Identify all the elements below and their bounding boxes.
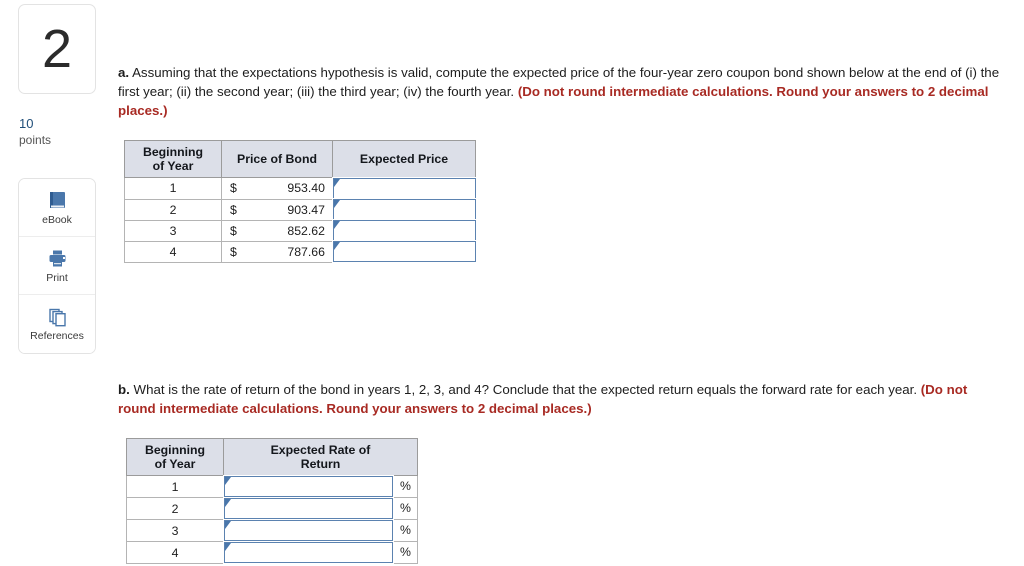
header-beginning-of-year: Beginning of Year xyxy=(126,438,224,476)
table-row: 2 % xyxy=(126,497,418,520)
expected-rate-table: Beginning of Year Expected Rate of Retur… xyxy=(126,438,418,564)
header-line-2: Return xyxy=(300,457,341,471)
expected-rate-input-year-4[interactable] xyxy=(223,541,394,564)
cell-expected-price xyxy=(332,219,477,242)
ebook-label: eBook xyxy=(42,213,72,226)
cell-percent-symbol: % xyxy=(393,519,418,542)
tool-panel: eBook Print References xyxy=(18,178,96,354)
table-row: 1 $ 953.40 xyxy=(124,177,477,200)
table-row: 2 $ 903.47 xyxy=(124,198,477,221)
cell-expected-price xyxy=(332,198,477,221)
cell-year: 1 xyxy=(124,177,222,200)
currency-symbol: $ xyxy=(230,244,237,259)
cell-percent-symbol: % xyxy=(393,475,418,498)
currency-symbol: $ xyxy=(230,181,237,196)
points-block: 10 points xyxy=(19,116,103,148)
table-header-row: Beginning of Year Price of Bond Expected… xyxy=(124,140,476,178)
table-header-row: Beginning of Year Expected Rate of Retur… xyxy=(126,438,418,476)
price-value: 953.40 xyxy=(287,181,325,196)
part-a-label: a. xyxy=(118,65,130,80)
part-b-label: b. xyxy=(118,382,130,397)
cell-price: $ 852.62 xyxy=(221,219,333,242)
cell-expected-price xyxy=(332,177,477,200)
expected-price-table-head: Beginning of Year Price of Bond Expected… xyxy=(124,140,476,178)
price-value: 852.62 xyxy=(287,223,325,238)
points-label: points xyxy=(19,133,52,147)
header-line-2: of Year xyxy=(154,457,196,471)
cell-expected-rate xyxy=(223,475,394,499)
table-row: 3 % xyxy=(126,519,418,542)
expected-price-input-year-1[interactable] xyxy=(332,177,477,200)
expected-price-table: Beginning of Year Price of Bond Expected… xyxy=(124,140,477,263)
table-row: 4 % xyxy=(126,541,418,564)
expected-rate-input-year-3[interactable] xyxy=(223,519,394,542)
header-line-1: Beginning xyxy=(142,145,204,159)
cell-expected-rate xyxy=(223,519,394,542)
header-beginning-of-year: Beginning of Year xyxy=(124,140,222,178)
cell-year: 1 xyxy=(126,475,224,498)
cell-percent-symbol: % xyxy=(393,541,418,564)
cell-year: 4 xyxy=(126,541,224,564)
expected-rate-input-year-1[interactable] xyxy=(223,475,394,499)
ebook-button[interactable]: eBook xyxy=(19,179,95,237)
expected-price-input-year-4[interactable] xyxy=(332,240,477,263)
cell-expected-rate xyxy=(223,497,394,520)
cell-price: $ 953.40 xyxy=(221,177,333,200)
currency-symbol: $ xyxy=(230,202,237,217)
points-value: 10 xyxy=(19,116,34,131)
part-a-text: a. Assuming that the expectations hypoth… xyxy=(118,63,1013,121)
printer-icon xyxy=(47,248,68,270)
question-content: a. Assuming that the expectations hypoth… xyxy=(118,0,1024,566)
cell-year: 3 xyxy=(124,219,222,242)
question-number: 2 xyxy=(41,19,73,79)
pages-stack-icon xyxy=(47,306,68,328)
cell-year: 4 xyxy=(124,240,222,263)
question-rail: 2 10 points eBook Print References xyxy=(0,0,115,566)
expected-price-input-year-2[interactable] xyxy=(332,198,477,221)
expected-rate-input-year-2[interactable] xyxy=(223,497,394,520)
part-b-text: b. What is the rate of return of the bon… xyxy=(118,380,998,418)
expected-rate-table-head: Beginning of Year Expected Rate of Retur… xyxy=(126,438,418,476)
header-expected-rate-of-return: Expected Rate of Return xyxy=(223,438,418,476)
header-line-2: of Year xyxy=(152,159,194,173)
references-label: References xyxy=(30,330,84,342)
expected-price-input-year-3[interactable] xyxy=(332,219,477,242)
cell-price: $ 787.66 xyxy=(221,240,333,263)
part-b-body: What is the rate of return of the bond i… xyxy=(133,382,918,397)
cell-expected-price xyxy=(332,240,477,263)
cell-expected-rate xyxy=(223,541,394,564)
cell-year: 3 xyxy=(126,519,224,542)
print-label: Print xyxy=(46,271,68,284)
table-row: 3 $ 852.62 xyxy=(124,219,477,242)
cell-percent-symbol: % xyxy=(393,497,418,520)
header-line-1: Expected Rate of xyxy=(270,443,371,457)
header-price-of-bond: Price of Bond xyxy=(221,140,333,178)
expected-price-table-body: 1 $ 953.40 2 $ 903.47 3 $ 852.62 4 $ 787… xyxy=(124,177,477,263)
header-expected-price: Expected Price xyxy=(332,140,476,178)
currency-symbol: $ xyxy=(230,223,237,238)
table-row: 1 % xyxy=(126,475,418,499)
question-page: 2 10 points eBook Print References a. As… xyxy=(0,0,1024,566)
price-value: 903.47 xyxy=(287,202,325,217)
print-button[interactable]: Print xyxy=(19,237,95,295)
references-button[interactable]: References xyxy=(19,295,95,353)
price-value: 787.66 xyxy=(287,244,325,259)
table-row: 4 $ 787.66 xyxy=(124,240,477,263)
book-icon xyxy=(47,190,68,212)
cell-year: 2 xyxy=(126,497,224,520)
header-line-1: Beginning xyxy=(144,443,206,457)
cell-price: $ 903.47 xyxy=(221,198,333,221)
question-number-box: 2 xyxy=(18,4,96,94)
cell-year: 2 xyxy=(124,198,222,221)
expected-rate-table-body: 1 % 2 % 3 % 4 % xyxy=(126,475,418,564)
